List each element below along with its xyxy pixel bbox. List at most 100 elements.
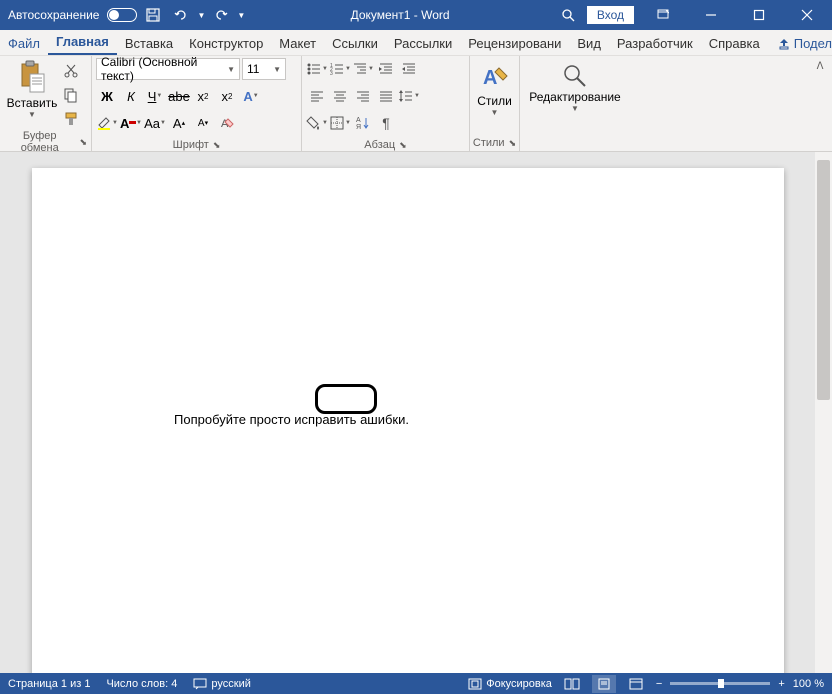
shading-button[interactable]: ▼	[306, 112, 328, 134]
tab-file[interactable]: Файл	[0, 32, 48, 55]
font-size-value: 11	[247, 62, 259, 76]
document-text[interactable]: Попробуйте просто исправить ашибки.	[174, 412, 409, 428]
autosave-label: Автосохранение	[8, 8, 99, 22]
tab-references[interactable]: Ссылки	[324, 32, 386, 55]
superscript-button[interactable]: x2	[216, 85, 238, 107]
font-color-button[interactable]: A▼	[120, 112, 142, 134]
print-layout-icon[interactable]	[592, 675, 616, 693]
share-button[interactable]: Поделиться	[768, 32, 832, 55]
tab-insert[interactable]: Вставка	[117, 32, 181, 55]
clipboard-launcher[interactable]: ⬊	[79, 137, 87, 148]
spellcheck-icon	[193, 678, 207, 690]
autosave-toggle[interactable]	[107, 8, 137, 22]
clipboard-group: Вставить ▼ Буфер обмена⬊	[0, 56, 92, 151]
grow-font-button[interactable]: A▴	[168, 112, 190, 134]
vertical-scrollbar[interactable]	[815, 152, 832, 673]
increase-indent-button[interactable]	[398, 58, 420, 80]
tab-review[interactable]: Рецензировани	[460, 32, 569, 55]
tab-mailings[interactable]: Рассылки	[386, 32, 460, 55]
find-icon	[561, 62, 589, 90]
font-label: Шрифт	[173, 139, 209, 151]
sort-button[interactable]: АЯ	[352, 112, 374, 134]
underline-button[interactable]: Ч▼	[144, 85, 166, 107]
zoom-slider[interactable]	[670, 682, 770, 685]
show-marks-button[interactable]: ¶	[375, 112, 397, 134]
highlight-button[interactable]: ▼	[96, 112, 118, 134]
focus-icon	[468, 678, 482, 690]
svg-text:A: A	[483, 67, 497, 89]
svg-text:А: А	[356, 117, 361, 124]
svg-text:3: 3	[330, 71, 333, 77]
italic-button[interactable]: К	[120, 85, 142, 107]
read-mode-icon[interactable]	[560, 675, 584, 693]
focus-mode[interactable]: Фокусировка	[468, 678, 552, 690]
borders-button[interactable]: ▼	[329, 112, 351, 134]
login-button[interactable]: Вход	[587, 6, 634, 24]
text-effects-button[interactable]: A▼	[240, 85, 262, 107]
copy-icon[interactable]	[62, 86, 80, 104]
font-name-select[interactable]: Calibri (Основной текст)▼	[96, 58, 240, 80]
paste-icon	[16, 60, 48, 96]
justify-button[interactable]	[375, 85, 397, 107]
clear-format-button[interactable]: A	[216, 112, 238, 134]
tab-layout[interactable]: Макет	[271, 32, 324, 55]
redo-icon[interactable]	[209, 3, 233, 27]
styles-button[interactable]: A Стили ▼	[474, 58, 515, 121]
window-title: Документ1 - Word	[245, 8, 555, 22]
focus-label: Фокусировка	[486, 678, 552, 690]
undo-icon[interactable]	[169, 3, 193, 27]
subscript-button[interactable]: x2	[192, 85, 214, 107]
font-size-select[interactable]: 11▼	[242, 58, 286, 80]
document-page[interactable]: Попробуйте просто исправить ашибки.	[32, 168, 784, 673]
format-painter-icon[interactable]	[62, 110, 80, 128]
ribbon-display-icon[interactable]	[640, 0, 686, 30]
tab-view[interactable]: Вид	[569, 32, 609, 55]
styles-launcher[interactable]: ⬊	[509, 138, 517, 149]
tab-design[interactable]: Конструктор	[181, 32, 271, 55]
shrink-font-button[interactable]: A▾	[192, 112, 214, 134]
ribbon: Вставить ▼ Буфер обмена⬊ Calibri (Основн…	[0, 56, 832, 152]
strike-button[interactable]: abe	[168, 85, 190, 107]
multilevel-button[interactable]: ▼	[352, 58, 374, 80]
tab-developer[interactable]: Разработчик	[609, 32, 701, 55]
paste-button[interactable]: Вставить ▼	[4, 58, 60, 121]
align-center-button[interactable]	[329, 85, 351, 107]
collapse-ribbon-icon[interactable]: ᐱ	[812, 58, 828, 74]
text-before: Попробуйте просто исправить	[174, 412, 360, 427]
zoom-out-button[interactable]: −	[656, 678, 662, 690]
misspelled-word[interactable]: ашибки	[360, 412, 405, 427]
zoom-in-button[interactable]: +	[778, 678, 784, 690]
close-icon[interactable]	[784, 0, 830, 30]
maximize-icon[interactable]	[736, 0, 782, 30]
word-count[interactable]: Число слов: 4	[106, 678, 177, 690]
styles-group: A Стили ▼ Стили ⬊	[470, 56, 520, 151]
language-indicator[interactable]: русский	[193, 678, 250, 690]
font-launcher[interactable]: ⬊	[213, 140, 221, 151]
highlight-annotation	[315, 384, 377, 414]
decrease-indent-button[interactable]	[375, 58, 397, 80]
align-right-button[interactable]	[352, 85, 374, 107]
page-indicator[interactable]: Страница 1 из 1	[8, 678, 90, 690]
tab-home[interactable]: Главная	[48, 30, 117, 55]
cut-icon[interactable]	[62, 62, 80, 80]
minimize-icon[interactable]	[688, 0, 734, 30]
change-case-button[interactable]: Aa▼	[144, 112, 166, 134]
document-canvas: Попробуйте просто исправить ашибки.	[0, 152, 832, 673]
search-icon[interactable]	[555, 3, 581, 27]
tab-help[interactable]: Справка	[701, 32, 768, 55]
zoom-level[interactable]: 100 %	[793, 678, 824, 690]
paragraph-launcher[interactable]: ⬊	[399, 140, 407, 151]
scrollbar-thumb[interactable]	[817, 160, 830, 400]
save-icon[interactable]	[141, 3, 165, 27]
editing-label: Редактирование	[529, 90, 620, 104]
bullets-button[interactable]: ▼	[306, 58, 328, 80]
text-after: .	[405, 412, 409, 427]
styles-label: Стили	[477, 94, 512, 108]
numbering-button[interactable]: 123▼	[329, 58, 351, 80]
editing-button[interactable]: Редактирование ▼	[524, 58, 626, 117]
web-layout-icon[interactable]	[624, 675, 648, 693]
titlebar: Автосохранение ▼ ▼ Документ1 - Word Вход	[0, 0, 832, 30]
line-spacing-button[interactable]: ▼	[398, 85, 420, 107]
bold-button[interactable]: Ж	[96, 85, 118, 107]
align-left-button[interactable]	[306, 85, 328, 107]
